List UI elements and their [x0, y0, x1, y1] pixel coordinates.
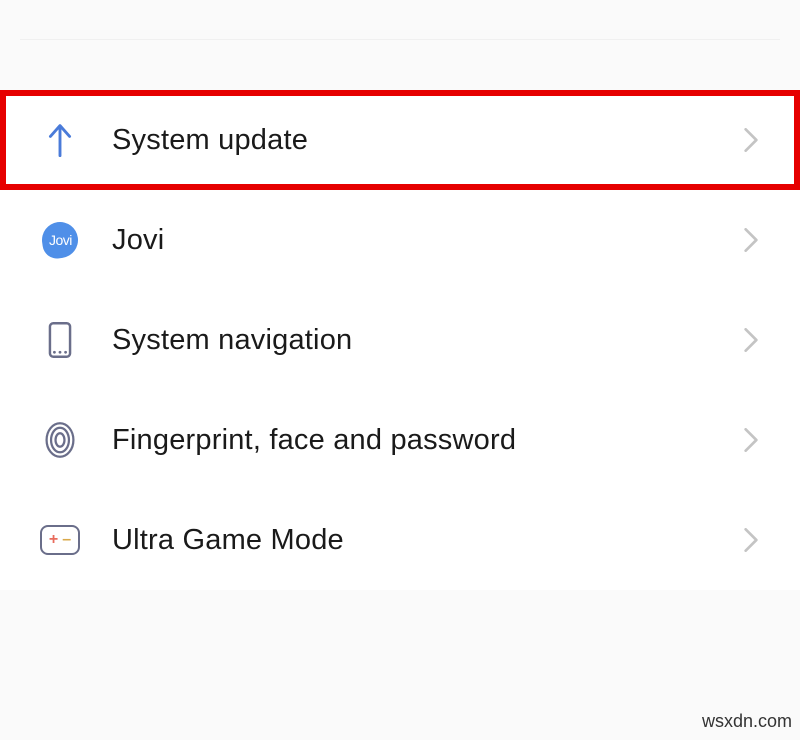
chevron-right-icon: [736, 325, 766, 355]
list-item-label: Fingerprint, face and password: [112, 424, 736, 457]
chevron-right-icon: [736, 125, 766, 155]
jovi-icon-text: Jovi: [49, 232, 72, 248]
gamepad-plus-icon: +: [49, 532, 58, 548]
list-item-label: Jovi: [112, 224, 736, 257]
settings-screen: System update Jovi Jovi: [0, 0, 800, 590]
gamepad-dash-icon: –: [62, 532, 71, 548]
chevron-right-icon: [736, 225, 766, 255]
arrow-up-icon: [40, 120, 80, 160]
list-item-jovi[interactable]: Jovi Jovi: [0, 190, 800, 290]
section-divider: [20, 0, 780, 40]
chevron-right-icon: [736, 525, 766, 555]
settings-list: System update Jovi Jovi: [0, 90, 800, 590]
list-item-label: System navigation: [112, 324, 736, 357]
gamepad-icon: + –: [40, 520, 80, 560]
watermark-text: wsxdn.com: [702, 711, 792, 732]
list-item-label: Ultra Game Mode: [112, 524, 736, 557]
fingerprint-icon: [40, 420, 80, 460]
section-gap: [0, 40, 800, 90]
list-item-ultra-game-mode[interactable]: + – Ultra Game Mode: [0, 490, 800, 590]
jovi-icon: Jovi: [40, 220, 80, 260]
list-item-label: System update: [112, 124, 736, 157]
list-item-system-update[interactable]: System update: [0, 90, 800, 190]
list-item-fingerprint-face-password[interactable]: Fingerprint, face and password: [0, 390, 800, 490]
list-item-system-navigation[interactable]: System navigation: [0, 290, 800, 390]
phone-nav-icon: [40, 320, 80, 360]
chevron-right-icon: [736, 425, 766, 455]
